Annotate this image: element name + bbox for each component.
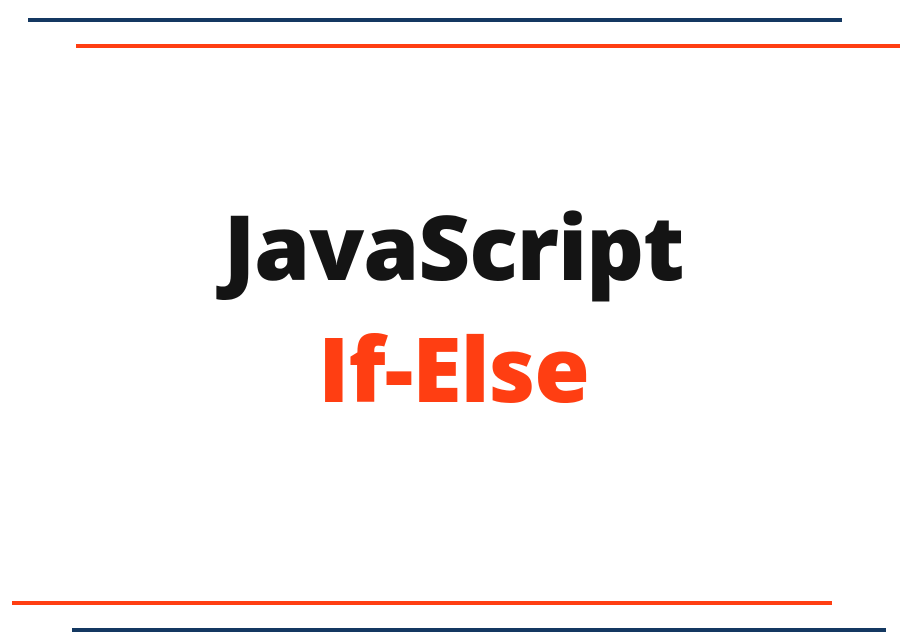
title-line-1: JavaScript <box>0 195 907 299</box>
decorative-line-orange-top <box>76 44 900 48</box>
decorative-line-orange-bottom <box>12 601 832 605</box>
decorative-line-blue-top <box>28 18 842 22</box>
title-container: JavaScript If-Else <box>0 195 907 420</box>
title-line-2: If-Else <box>0 317 907 421</box>
decorative-line-blue-bottom <box>72 628 886 632</box>
